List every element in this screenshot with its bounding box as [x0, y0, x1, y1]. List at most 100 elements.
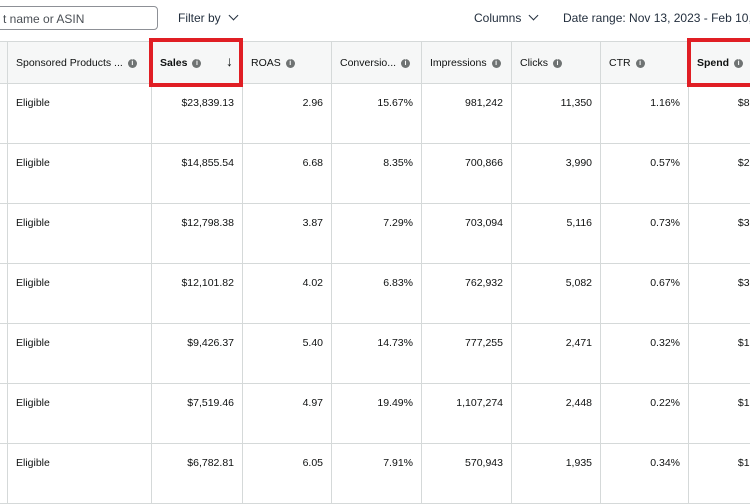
ctr-value: 0.22% — [650, 397, 680, 409]
eligibility-value: Eligible — [16, 97, 50, 109]
header-ctr[interactable]: CTR i — [600, 42, 688, 84]
eligibility-cell: Eligible — [7, 264, 151, 323]
info-icon[interactable]: i — [127, 59, 137, 68]
info-icon[interactable]: i — [734, 59, 744, 68]
clicks-value: 2,448 — [565, 397, 592, 409]
spend-value: $8,053 — [737, 97, 750, 109]
sales-cell: $14,855.54 — [151, 144, 242, 203]
impressions-value: 570,943 — [465, 457, 503, 469]
eligibility-cell: Eligible — [7, 144, 151, 203]
info-icon[interactable]: i — [553, 59, 562, 68]
spend-value: $3,009 — [737, 277, 750, 289]
clicks-cell: 2,471 — [511, 324, 600, 383]
spend-cell: $2,223 — [688, 144, 750, 203]
clicks-value: 3,990 — [565, 157, 592, 169]
column-header-label: Spend — [697, 57, 730, 69]
column-header-content: Sponsored Products ... i — [16, 57, 137, 69]
roas-value: 5.40 — [302, 337, 323, 349]
table-row: Eligible $7,519.46 4.97 19.49% 1,107,274 2,44… — [0, 384, 750, 444]
ctr-cell: 0.34% — [600, 444, 688, 503]
header-clicks[interactable]: Clicks i — [511, 42, 600, 84]
row-select-cell — [0, 204, 7, 263]
search-input[interactable]: t name or ASIN — [0, 6, 158, 30]
roas-cell: 6.68 — [242, 144, 331, 203]
sort-descending-icon[interactable]: ↓ — [226, 53, 233, 69]
column-header-content: Sales i — [160, 57, 202, 69]
header-spend[interactable]: Spend i — [688, 42, 750, 84]
spend-cell: $3,307 — [688, 204, 750, 263]
impressions-cell: 703,094 — [421, 204, 511, 263]
ctr-cell: 0.57% — [600, 144, 688, 203]
eligibility-value: Eligible — [16, 457, 50, 469]
info-icon[interactable]: i — [285, 59, 295, 68]
row-select-cell — [0, 84, 7, 143]
header-sponsored-products[interactable]: Sponsored Products ... i — [7, 42, 151, 84]
date-range-picker[interactable]: Date range: Nov 13, 2023 - Feb 10, 20 — [563, 11, 750, 25]
roas-value: 6.68 — [302, 157, 323, 169]
ctr-cell: 0.67% — [600, 264, 688, 323]
impressions-cell: 762,932 — [421, 264, 511, 323]
sales-cell: $23,839.13 — [151, 84, 242, 143]
table-row: Eligible $14,855.54 6.68 8.35% 700,866 3,990 0… — [0, 144, 750, 204]
columns-dropdown[interactable]: Columns — [474, 10, 539, 25]
info-icon[interactable]: i — [491, 59, 501, 68]
sales-cell: $9,426.37 — [151, 324, 242, 383]
conversion-cell: 19.49% — [331, 384, 421, 443]
clicks-value: 5,116 — [566, 217, 593, 229]
ctr-value: 0.73% — [650, 217, 680, 229]
eligibility-cell: Eligible — [7, 84, 151, 143]
info-icon[interactable]: i — [635, 59, 645, 68]
sales-cell: $6,782.81 — [151, 444, 242, 503]
row-select-cell — [0, 144, 7, 203]
eligibility-value: Eligible — [16, 277, 50, 289]
ctr-cell: 0.32% — [600, 324, 688, 383]
column-header-label: Sales — [160, 57, 188, 69]
column-header-label: Conversio... — [340, 57, 397, 69]
eligibility-value: Eligible — [16, 337, 50, 349]
table-row: Eligible $12,798.38 3.87 7.29% 703,094 5,116 0… — [0, 204, 750, 264]
column-header-content: CTR i — [609, 57, 645, 69]
header-conversion[interactable]: Conversio... i — [331, 42, 421, 84]
conversion-value: 8.35% — [383, 157, 413, 169]
spend-value: $1,121 — [737, 457, 750, 469]
roas-cell: 2.96 — [242, 84, 331, 143]
spend-value: $2,223 — [737, 157, 750, 169]
table-toolbar: t name or ASIN Filter by Columns Date ra… — [0, 0, 750, 40]
header-sales[interactable]: Sales i ↓ — [151, 42, 242, 84]
row-select-cell — [0, 324, 7, 383]
ctr-cell: 0.73% — [600, 204, 688, 263]
column-header-content: Clicks i — [520, 57, 562, 69]
spend-cell: $1,121 — [688, 444, 750, 503]
eligibility-cell: Eligible — [7, 204, 151, 263]
info-icon[interactable]: i — [401, 59, 411, 68]
header-roas[interactable]: ROAS i — [242, 42, 331, 84]
filter-by-label: Filter by — [178, 11, 221, 25]
impressions-value: 981,242 — [465, 97, 503, 109]
column-header-label: Clicks — [520, 57, 548, 69]
column-header-label: CTR — [609, 57, 631, 69]
spend-cell: $1,513 — [688, 384, 750, 443]
header-impressions[interactable]: Impressions i — [421, 42, 511, 84]
ctr-value: 0.32% — [650, 337, 680, 349]
conversion-cell: 8.35% — [331, 144, 421, 203]
impressions-value: 700,866 — [465, 157, 503, 169]
conversion-cell: 6.83% — [331, 264, 421, 323]
clicks-value: 1,935 — [565, 457, 592, 469]
filter-by-dropdown[interactable]: Filter by — [178, 10, 239, 25]
spend-value: $1,745 — [737, 337, 750, 349]
search-placeholder: t name or ASIN — [3, 12, 85, 26]
eligibility-value: Eligible — [16, 397, 50, 409]
info-icon[interactable]: i — [192, 59, 202, 68]
conversion-value: 7.29% — [383, 217, 413, 229]
roas-value: 2.96 — [302, 97, 323, 109]
eligibility-cell: Eligible — [7, 384, 151, 443]
eligibility-cell: Eligible — [7, 324, 151, 383]
sales-cell: $7,519.46 — [151, 384, 242, 443]
row-select-cell — [0, 384, 7, 443]
sales-value: $9,426.37 — [187, 337, 234, 349]
conversion-cell: 15.67% — [331, 84, 421, 143]
ctr-value: 0.67% — [650, 277, 680, 289]
impressions-cell: 1,107,274 — [421, 384, 511, 443]
column-header-content: ROAS i — [251, 57, 295, 69]
clicks-value: 2,471 — [565, 337, 592, 349]
